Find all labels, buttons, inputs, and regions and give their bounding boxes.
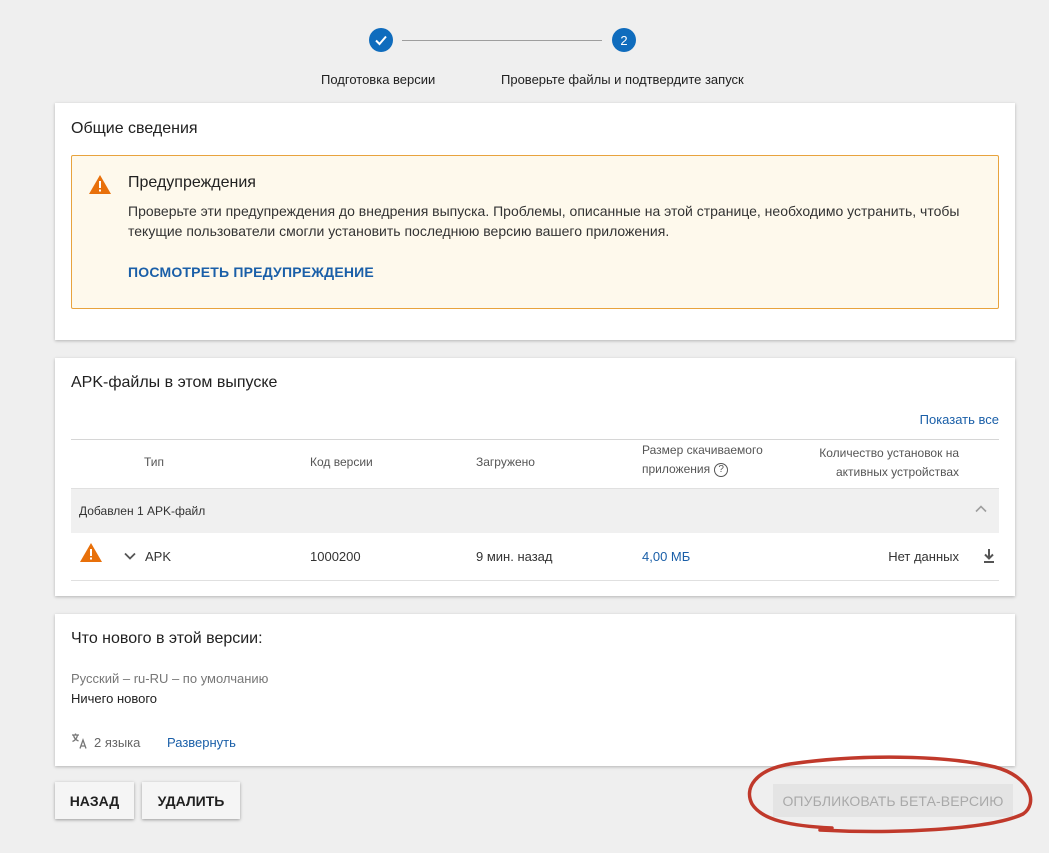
column-header-version-code: Код версии	[310, 455, 373, 469]
warning-icon	[88, 174, 112, 201]
delete-button[interactable]: Удалить	[142, 782, 240, 819]
step-complete-check-icon	[369, 28, 393, 52]
chevron-up-icon[interactable]	[973, 501, 989, 522]
annotation-circle	[747, 755, 1033, 834]
apk-version-code: 1000200	[310, 549, 361, 564]
step-1-label: Подготовка версии	[321, 72, 436, 87]
whats-new-language: Русский – ru-RU – по умолчанию	[71, 671, 269, 686]
whats-new-text: Ничего нового	[71, 691, 158, 706]
apk-group-label: Добавлен 1 APK-файл	[79, 504, 206, 518]
step-2-label: Проверьте файлы и подтвердите запуск	[501, 72, 744, 87]
view-warning-link[interactable]: ПОСМОТРЕТЬ ПРЕДУПРЕЖДЕНИЕ	[128, 264, 374, 280]
apk-warning-icon	[79, 542, 103, 569]
apk-size[interactable]: 4,00 МБ	[642, 549, 690, 564]
column-header-installs: Количество установок на активных устройс…	[819, 444, 959, 482]
table-row-divider	[71, 580, 999, 581]
chevron-down-icon[interactable]	[123, 549, 137, 568]
column-header-size-line2: приложения	[642, 462, 711, 476]
column-header-uploaded: Загружено	[476, 455, 535, 469]
summary-card: Общие сведения Предупреждения Проверьте …	[55, 103, 1015, 340]
apk-installs: Нет данных	[888, 549, 959, 564]
column-header-type: Тип	[144, 455, 165, 469]
apk-group-row[interactable]: Добавлен 1 APK-файл	[71, 488, 999, 533]
column-header-size: Размер скачиваемого приложения?	[642, 441, 763, 479]
stepper-connector	[402, 40, 602, 41]
apk-title: APK-файлы в этом выпуске	[71, 374, 278, 391]
apk-type: APK	[145, 549, 172, 564]
column-header-size-line1: Размер скачиваемого	[642, 443, 763, 457]
table-divider	[71, 439, 999, 440]
help-icon[interactable]: ?	[714, 462, 729, 477]
summary-title: Общие сведения	[71, 120, 198, 137]
column-header-installs-line1: Количество установок на	[819, 446, 959, 460]
download-icon[interactable]	[982, 548, 996, 569]
column-header-installs-line2: активных устройствах	[835, 465, 959, 479]
warning-title: Предупреждения	[128, 174, 256, 191]
back-button[interactable]: Назад	[55, 782, 134, 819]
warning-text: Проверьте эти предупреждения до внедрени…	[128, 203, 960, 239]
step-2-indicator: 2	[612, 28, 636, 52]
language-count: 2 языка	[94, 735, 141, 750]
translate-icon	[71, 732, 89, 755]
show-all-link[interactable]: Показать все	[920, 412, 999, 427]
apk-card: APK-файлы в этом выпуске Показать все Ти…	[55, 358, 1015, 596]
whats-new-title: Что нового в этой версии:	[71, 630, 263, 647]
stepper: 2 Подготовка версии Проверьте файлы и по…	[0, 28, 1049, 98]
whats-new-card: Что нового в этой версии: Русский – ru-R…	[55, 614, 1015, 766]
apk-uploaded: 9 мин. назад	[476, 549, 553, 564]
expand-link[interactable]: Развернуть	[167, 735, 236, 750]
warning-box: Предупреждения Проверьте эти предупрежде…	[71, 155, 999, 309]
